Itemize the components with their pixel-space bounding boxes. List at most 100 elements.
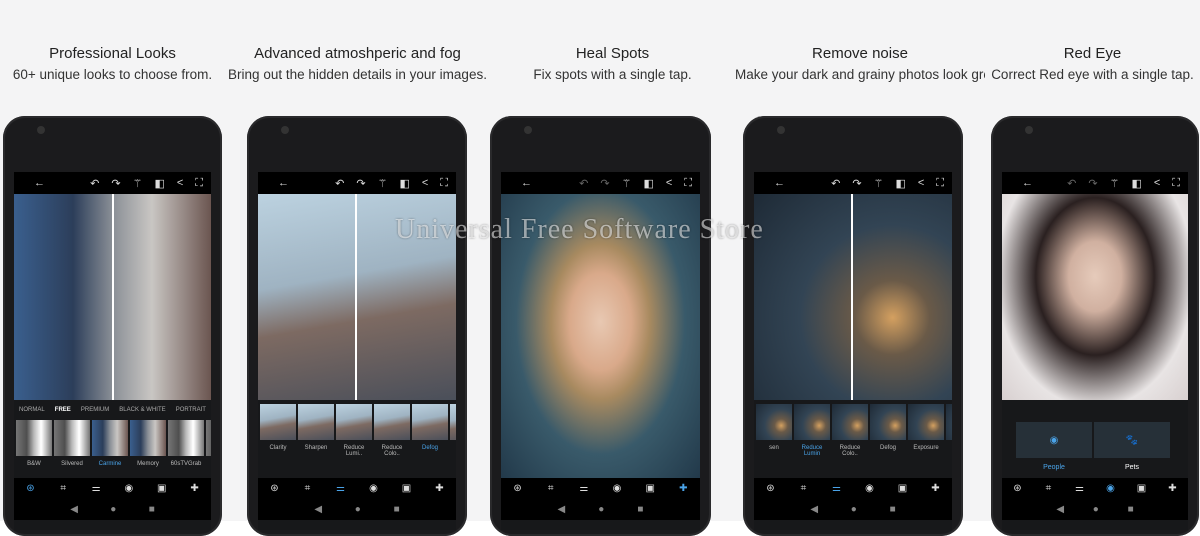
adjust-icon[interactable]: ⚌ xyxy=(324,478,357,500)
compare-icon[interactable]: ◧ xyxy=(154,177,164,190)
preset-thumb[interactable]: B&W xyxy=(16,420,52,467)
nav-home-icon[interactable]: ● xyxy=(1093,504,1099,515)
back-arrow-icon[interactable]: ← xyxy=(774,177,785,189)
crop-icon[interactable]: ⌗ xyxy=(790,478,818,500)
preset-thumb[interactable]: Reduce Lumin xyxy=(794,404,830,457)
eye-icon[interactable]: ◉ xyxy=(856,478,884,500)
redo-icon[interactable]: ↷ xyxy=(356,177,365,190)
preset-thumb[interactable]: Sharpen xyxy=(298,404,334,457)
undo-icon[interactable]: ↶ xyxy=(831,177,840,190)
preset-thumb[interactable]: Silvered xyxy=(54,420,90,467)
crop-icon[interactable]: ⌗ xyxy=(49,478,77,500)
crop-icon[interactable]: ⌗ xyxy=(1035,478,1063,500)
magic-wand-icon[interactable]: ⚚ xyxy=(874,177,884,190)
nav-recents-icon[interactable]: ■ xyxy=(149,504,155,515)
compare-split-line[interactable] xyxy=(112,194,114,400)
nav-back-icon[interactable]: ◀ xyxy=(1056,504,1064,515)
looks-icon[interactable]: ⊛ xyxy=(1004,478,1032,500)
nav-back-icon[interactable]: ◀ xyxy=(810,504,818,515)
red-eye-mode-people[interactable]: ◉ xyxy=(1016,422,1092,458)
magic-wand-icon[interactable]: ⚚ xyxy=(1110,177,1120,190)
fullscreen-icon[interactable]: ⛶ xyxy=(684,177,692,190)
preset-thumb[interactable]: 60sTVGrab xyxy=(168,420,204,467)
preset-thumb[interactable]: Defog xyxy=(412,404,448,457)
preset-thumb[interactable]: Reduce Colo.. xyxy=(374,404,410,457)
preset-thumb[interactable]: Clarity xyxy=(260,404,296,457)
compare-icon[interactable]: ◧ xyxy=(1131,177,1141,190)
preset-thumb[interactable]: Defog xyxy=(870,404,906,457)
heal-icon[interactable]: ▣ xyxy=(636,478,664,500)
undo-icon[interactable]: ↶ xyxy=(335,177,344,190)
redo-icon[interactable]: ↷ xyxy=(600,177,609,190)
redo-icon[interactable]: ↷ xyxy=(111,177,120,190)
magic-wand-icon[interactable]: ⚚ xyxy=(378,177,388,190)
nav-recents-icon[interactable]: ■ xyxy=(394,504,400,515)
category-tab[interactable]: PORTRAIT xyxy=(176,407,206,413)
fullscreen-icon[interactable]: ⛶ xyxy=(1172,177,1180,190)
eye-icon[interactable]: ◉ xyxy=(603,478,631,500)
healing-bandage-icon[interactable]: ✚ xyxy=(426,478,454,500)
nav-back-icon[interactable]: ◀ xyxy=(70,504,78,515)
looks-icon[interactable]: ⊛ xyxy=(261,478,289,500)
fullscreen-icon[interactable]: ⛶ xyxy=(440,177,448,190)
looks-icon[interactable]: ⊛ xyxy=(757,478,785,500)
healing-bandage-icon[interactable]: ✚ xyxy=(667,478,700,500)
red-eye-mode-pets[interactable]: 🐾 xyxy=(1094,422,1170,458)
adjust-icon[interactable]: ⚌ xyxy=(570,478,598,500)
compare-split-line[interactable] xyxy=(355,194,357,400)
redo-icon[interactable]: ↷ xyxy=(1088,177,1097,190)
fullscreen-icon[interactable]: ⛶ xyxy=(936,177,944,190)
preset-thumb[interactable]: Memory xyxy=(130,420,166,467)
back-arrow-icon[interactable]: ← xyxy=(278,177,289,189)
nav-home-icon[interactable]: ● xyxy=(598,504,604,515)
nav-back-icon[interactable]: ◀ xyxy=(558,504,566,515)
healing-bandage-icon[interactable]: ✚ xyxy=(181,478,209,500)
category-tab[interactable]: BLACK & WHITE xyxy=(119,407,165,413)
nav-recents-icon[interactable]: ■ xyxy=(1128,504,1134,515)
fullscreen-icon[interactable]: ⛶ xyxy=(195,177,203,190)
category-tab[interactable]: FREE xyxy=(55,407,71,413)
undo-icon[interactable]: ↶ xyxy=(579,177,588,190)
share-icon[interactable]: < xyxy=(666,177,672,189)
back-arrow-icon[interactable]: ← xyxy=(34,177,45,189)
healing-bandage-icon[interactable]: ✚ xyxy=(1159,478,1187,500)
share-icon[interactable]: < xyxy=(422,177,428,189)
category-tab[interactable]: PREMIUM xyxy=(81,407,109,413)
share-icon[interactable]: < xyxy=(177,177,183,189)
adjust-icon[interactable]: ⚌ xyxy=(1066,478,1094,500)
preset-thumb[interactable]: Exposure xyxy=(908,404,944,457)
looks-icon[interactable]: ⊛ xyxy=(504,478,532,500)
eye-icon[interactable]: ◉ xyxy=(360,478,388,500)
share-icon[interactable]: < xyxy=(1154,177,1160,189)
nav-back-icon[interactable]: ◀ xyxy=(314,504,322,515)
nav-home-icon[interactable]: ● xyxy=(355,504,361,515)
heal-icon[interactable]: ▣ xyxy=(889,478,917,500)
back-arrow-icon[interactable]: ← xyxy=(1022,177,1033,189)
undo-icon[interactable]: ↶ xyxy=(90,177,99,190)
adjust-icon[interactable]: ⚌ xyxy=(820,478,853,500)
preset-thumb[interactable]: Reduce Lumi.. xyxy=(336,404,372,457)
compare-icon[interactable]: ◧ xyxy=(895,177,905,190)
preset-thumb[interactable]: Carmine xyxy=(92,420,128,467)
share-icon[interactable]: < xyxy=(918,177,924,189)
compare-icon[interactable]: ◧ xyxy=(399,177,409,190)
crop-icon[interactable]: ⌗ xyxy=(537,478,565,500)
preset-thumb[interactable]: E xyxy=(206,420,211,467)
heal-icon[interactable]: ▣ xyxy=(393,478,421,500)
crop-icon[interactable]: ⌗ xyxy=(294,478,322,500)
eye-icon[interactable]: ◉ xyxy=(1094,478,1127,500)
preset-thumb[interactable]: Contrast xyxy=(946,404,952,457)
nav-home-icon[interactable]: ● xyxy=(851,504,857,515)
preset-thumb[interactable]: E xyxy=(450,404,456,457)
undo-icon[interactable]: ↶ xyxy=(1067,177,1076,190)
redo-icon[interactable]: ↷ xyxy=(852,177,861,190)
preset-thumb[interactable]: sen xyxy=(756,404,792,457)
nav-recents-icon[interactable]: ■ xyxy=(637,504,643,515)
looks-icon[interactable]: ⊛ xyxy=(14,478,47,500)
magic-wand-icon[interactable]: ⚚ xyxy=(133,177,143,190)
heal-icon[interactable]: ▣ xyxy=(148,478,176,500)
healing-bandage-icon[interactable]: ✚ xyxy=(922,478,950,500)
nav-home-icon[interactable]: ● xyxy=(110,504,116,515)
category-tab[interactable]: NORMAL xyxy=(19,407,45,413)
back-arrow-icon[interactable]: ← xyxy=(521,177,532,189)
